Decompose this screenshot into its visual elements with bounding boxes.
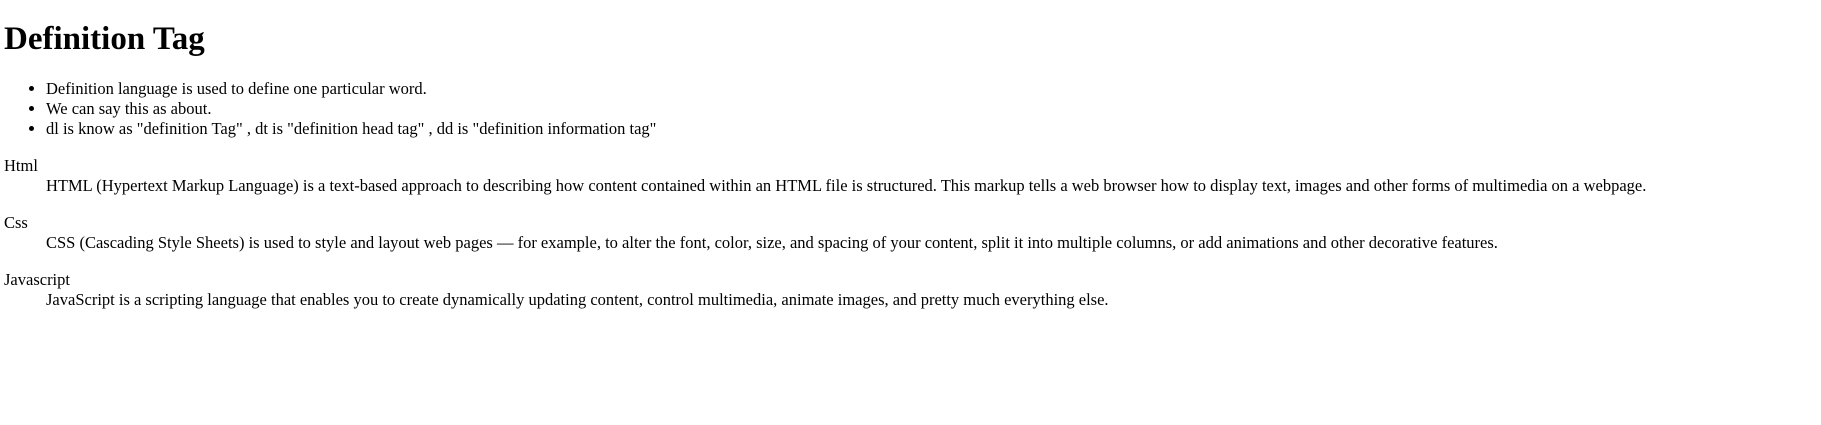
definition-term-html: Html [4, 156, 38, 175]
definition-term-css: Css [4, 213, 28, 232]
list-item: We can say this as about. [46, 99, 1817, 119]
page-title: Definition Tag [4, 21, 205, 57]
list-item: Definition language is used to define on… [46, 79, 1817, 99]
definition-description-javascript: JavaScript is a scripting language that … [46, 290, 1109, 309]
definition-description-css: CSS (Cascading Style Sheets) is used to … [46, 233, 1498, 252]
list-item: dl is know as "definition Tag" , dt is "… [46, 119, 1817, 139]
definition-description-html: HTML (Hypertext Markup Language) is a te… [46, 176, 1647, 195]
definition-list: Html HTML (Hypertext Markup Language) is… [4, 156, 1817, 310]
page-body: Definition Tag Definition language is us… [0, 20, 1821, 310]
definition-term-javascript: Javascript [4, 270, 70, 289]
bullet-list: Definition language is used to define on… [4, 79, 1817, 139]
